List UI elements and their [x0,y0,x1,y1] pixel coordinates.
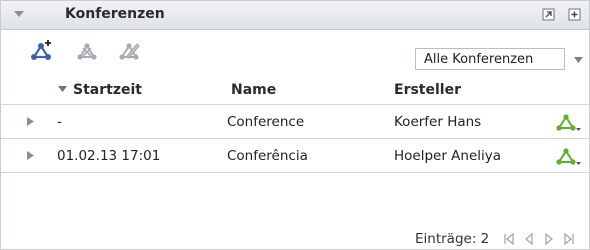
collapse-arrow-icon[interactable] [13,9,25,19]
plus-box-icon[interactable] [568,8,581,21]
expand-row-icon[interactable] [27,117,34,126]
first-page-icon[interactable] [503,233,515,245]
sort-desc-icon[interactable] [58,86,67,93]
last-page-icon[interactable] [563,233,575,245]
row-creator: Hoelper Aneliya [394,148,502,164]
column-header-ersteller[interactable]: Ersteller [394,82,461,98]
row-start-time: - [57,114,62,130]
panel-title: Konferenzen [65,6,165,22]
entries-count: Einträge: 2 [415,231,490,247]
conference-filter-select[interactable]: Alle Konferenzen [415,48,565,70]
next-page-icon[interactable] [543,233,555,245]
prev-page-icon[interactable] [523,233,535,245]
row-creator: Koerfer Hans [394,114,482,130]
add-conference-icon[interactable] [28,38,54,64]
table-row[interactable]: - Conference Koerfer Hans [1,105,589,139]
table-row[interactable]: 01.02.13 17:01 Conferência Hoelper Aneli… [1,139,589,173]
chevron-down-icon[interactable] [574,57,583,64]
table-footer: Einträge: 2 [1,231,589,248]
panel-titlebar: Konferenzen [1,1,589,30]
expand-row-icon[interactable] [27,151,34,160]
table-header: Startzeit Name Ersteller [1,74,589,105]
edit-conference-icon[interactable] [116,38,142,64]
conference-filter-value: Alle Konferenzen [424,52,534,67]
remove-conference-icon[interactable] [74,38,100,64]
share-icon[interactable] [555,145,585,167]
conference-toolbar: Alle Konferenzen [1,30,589,74]
expand-icon[interactable] [542,8,555,21]
column-header-name[interactable]: Name [231,82,276,98]
row-start-time: 01.02.13 17:01 [57,148,161,164]
row-conference-name: Conference [227,114,305,130]
column-header-startzeit[interactable]: Startzeit [73,82,142,98]
row-conference-name: Conferência [227,148,308,164]
share-icon[interactable] [555,111,585,133]
conferences-panel: Konferenzen Alle Konferenzen Startzeit N… [0,0,590,250]
